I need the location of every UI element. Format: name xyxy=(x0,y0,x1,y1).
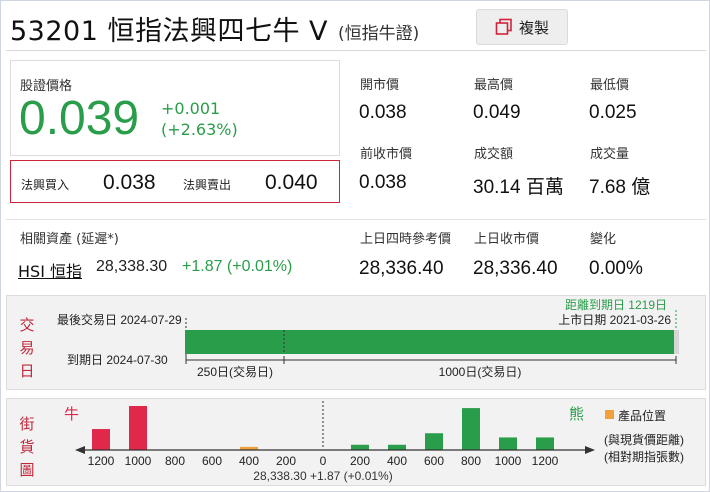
page-title: 53201 恒指法興四七牛 V xyxy=(10,15,329,47)
underlying-price: 28,338.30 xyxy=(96,258,168,275)
note-distance: (與現貨價距離) xyxy=(604,432,684,447)
bear-label: 熊 xyxy=(569,406,584,423)
turnover-label: 成交額 xyxy=(474,147,514,162)
ask-price: 0.040 xyxy=(265,171,318,194)
note-contracts: (相對期指張數) xyxy=(604,449,684,464)
legend-swatch xyxy=(605,410,614,419)
x-tick-label: 400 xyxy=(387,454,407,468)
listing-date: 上市日期 2021-03-26 xyxy=(558,312,671,327)
copy-button[interactable]: 複製 xyxy=(476,9,568,45)
x-tick-label: 600 xyxy=(424,454,444,468)
x-tick-label: 1000 xyxy=(125,454,152,468)
price-change-pct: (+2.63%) xyxy=(161,120,238,139)
bull-label: 牛 xyxy=(64,406,79,423)
underlying-summary-text: 28,338.30 +1.87 (+0.01%) xyxy=(253,469,392,483)
x-tick-label: 400 xyxy=(239,454,259,468)
bid-price: 0.038 xyxy=(103,171,156,194)
bear-bar xyxy=(536,437,554,450)
remaining-days-label: 250日(交易日) xyxy=(197,364,273,379)
days-to-expiry: 距離到期日 1219日 xyxy=(565,298,667,312)
bear-bar xyxy=(388,444,406,450)
axis-arrow-right xyxy=(585,446,595,454)
turnover-value: 30.14 百萬 xyxy=(473,177,564,198)
bear-bar xyxy=(351,444,369,450)
low-value: 0.025 xyxy=(589,102,637,123)
ask-label: 法興賣出 xyxy=(183,178,232,192)
volume-label: 成交量 xyxy=(590,147,630,162)
low-label: 最低價 xyxy=(590,78,630,93)
prev-close-u-label: 上日收市價 xyxy=(474,232,540,247)
x-tick-label: 600 xyxy=(202,454,222,468)
change-label: 變化 xyxy=(590,232,617,247)
ref-price-value: 28,336.40 xyxy=(359,258,444,279)
trading-days-timeline: 最後交易日 2024-07-29 到期日 2024-07-30 距離到期日 12… xyxy=(57,298,679,379)
underlying-label: 相關資產 (延遲*) xyxy=(20,232,119,247)
bear-bar xyxy=(425,433,443,450)
last-price: 0.039 xyxy=(19,92,140,145)
prev-close-u-value: 28,336.40 xyxy=(473,258,558,279)
price-box: 股證價格 0.039 +0.001 (+2.63%) xyxy=(10,60,340,156)
street-positions-panel: 街 貨 圖 牛 熊 產品位置 (與現貨價距離) (相對期指張數) 1200 100… xyxy=(6,398,706,486)
x-tick-label: 800 xyxy=(461,454,481,468)
expiry-date: 到期日 2024-07-30 xyxy=(67,353,168,367)
bull-bar xyxy=(92,429,110,450)
axis-arrow-left xyxy=(75,446,85,454)
header-divider xyxy=(6,50,706,51)
underlying-change: +1.87 (+0.01%) xyxy=(182,258,293,275)
high-value: 0.049 xyxy=(473,102,521,123)
page-header: 53201 恒指法興四七牛 V (恒指牛證) xyxy=(10,8,419,48)
bid-label: 法興買入 xyxy=(21,178,70,192)
underlying-link[interactable]: HSI 恒指 xyxy=(18,258,82,282)
volume-value: 7.68 億 xyxy=(589,177,651,198)
prev-close-value: 0.038 xyxy=(359,172,407,193)
x-tick-label: 800 xyxy=(165,454,185,468)
last-trading-day: 最後交易日 2024-07-29 xyxy=(57,312,182,327)
section-divider xyxy=(6,219,706,220)
ref-price-label: 上日四時參考價 xyxy=(360,232,452,247)
elapsed-days-label: 1000日(交易日) xyxy=(439,364,522,379)
x-tick-label: 200 xyxy=(276,454,296,468)
street-chart: 牛 熊 產品位置 (與現貨價距離) (相對期指張數) 1200 1000 800 60… xyxy=(64,401,684,483)
bear-bar xyxy=(462,408,480,450)
trading-days-panel: 交 易 日 最後交易日 2024-07-29 到期日 2024-07-30 距離… xyxy=(6,295,706,390)
underlying-summary: 28,338.30 +1.87 (+0.01%) xyxy=(253,469,392,483)
open-value: 0.038 xyxy=(359,102,407,123)
change-value: 0.00% xyxy=(589,258,643,279)
legend-label: 產品位置 xyxy=(618,408,666,423)
prev-close-label: 前收市價 xyxy=(360,147,413,162)
x-tick-label: 200 xyxy=(350,454,370,468)
price-change: +0.001 xyxy=(161,99,221,118)
high-label: 最高價 xyxy=(474,78,514,93)
open-label: 開市價 xyxy=(360,78,400,93)
x-tick-label: 1200 xyxy=(532,454,559,468)
bear-bar xyxy=(499,437,517,450)
x-tick-label: 0 xyxy=(320,454,327,468)
product-type: (恒指牛證) xyxy=(338,23,420,44)
copy-icon xyxy=(495,18,513,36)
copy-button-label: 複製 xyxy=(518,18,549,37)
bull-bar xyxy=(129,406,147,450)
bid-ask-box: 法興買入 0.038 法興賣出 0.040 xyxy=(10,160,340,203)
x-tick-label: 1000 xyxy=(495,454,522,468)
timeline-bar xyxy=(185,330,674,354)
x-tick-label: 1200 xyxy=(88,454,115,468)
